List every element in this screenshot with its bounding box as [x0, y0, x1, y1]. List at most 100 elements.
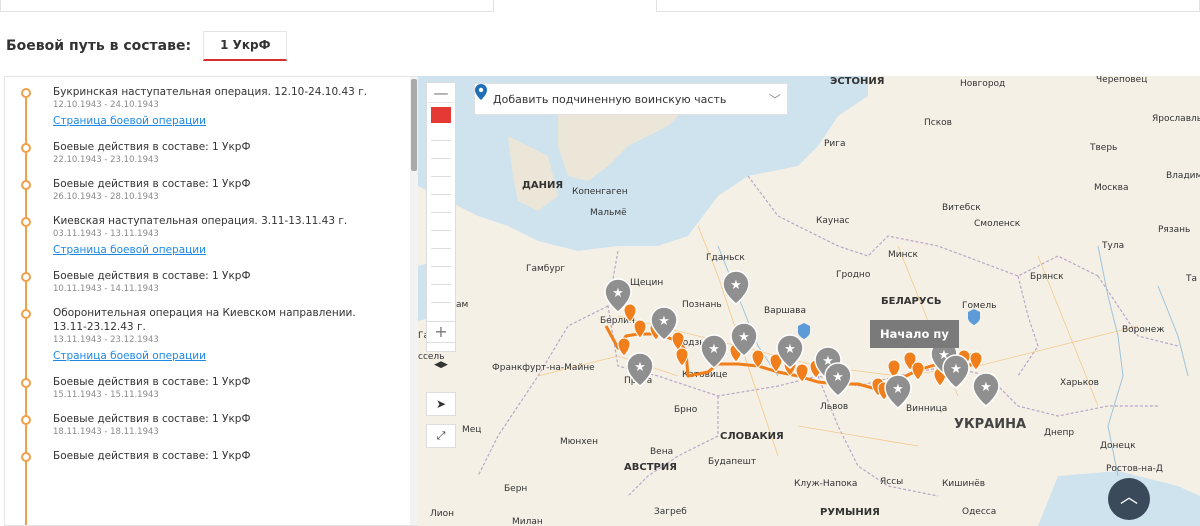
city-szczecin: Щецин	[630, 278, 663, 288]
zoom-level[interactable]	[431, 177, 451, 195]
locate-arrow-icon[interactable]: ➤	[426, 392, 456, 416]
city-budapest: Будапешт	[708, 457, 756, 467]
operation-name: Киевская наступательная операция. 3.11-1…	[53, 215, 348, 227]
operation-name: Боевые действия в составе: 1 УкрФ	[53, 141, 251, 153]
zoom-in-button[interactable]: +	[426, 321, 456, 343]
svg-text:★: ★	[658, 314, 670, 329]
svg-text:★: ★	[950, 362, 962, 377]
svg-text:★: ★	[708, 342, 720, 357]
pan-left-button[interactable]: ◀▶	[426, 356, 456, 376]
zoom-level[interactable]	[431, 285, 451, 303]
star-pin-icon[interactable]: ★	[824, 362, 852, 397]
operation-dates: 13.11.1943 - 23.12.1943	[53, 335, 159, 345]
label-denmark: ДАНИЯ	[522, 180, 563, 191]
zoom-level[interactable]	[431, 213, 451, 231]
timeline-dot	[21, 452, 31, 462]
operation-dates: 22.10.1943 - 23.10.1943	[53, 155, 159, 165]
city-gomel: Гомель	[962, 301, 996, 311]
list-scrollbar-thumb[interactable]	[411, 79, 417, 171]
zoom-level[interactable]	[431, 195, 451, 213]
zoom-level-indicator[interactable]	[431, 107, 451, 123]
star-pin-icon[interactable]: ★	[972, 372, 1000, 407]
zoom-level[interactable]	[431, 231, 451, 249]
operation-dates: 18.11.1943 - 18.11.1943	[53, 427, 159, 437]
city-malmo: Мальмё	[590, 208, 627, 218]
city-cluj: Клуж-Напока	[794, 479, 857, 489]
operation-page-link[interactable]: Страница боевой операции	[53, 349, 206, 363]
city-vienna: Вена	[650, 447, 673, 457]
map-view[interactable]: ЭСТОНИЯ ДАНИЯ БЕЛАРУСЬ СЛОВАКИЯ АВСТРИЯ …	[418, 76, 1200, 526]
top-tab-left[interactable]	[0, 0, 494, 12]
svg-text:★: ★	[980, 380, 992, 395]
svg-text:★: ★	[730, 278, 742, 293]
city-donetsk: Донецк	[1100, 441, 1136, 451]
city-munich: Мюнхен	[560, 437, 598, 447]
operation-name: Букринская наступательная операция. 12.1…	[53, 86, 368, 98]
operation-name: Боевые действия в составе: 1 УкрФ	[53, 178, 251, 190]
svg-text:★: ★	[784, 342, 796, 357]
operation-page-link[interactable]: Страница боевой операции	[53, 114, 206, 128]
timeline-dot	[21, 217, 31, 227]
svg-text:★: ★	[832, 370, 844, 385]
chevron-down-icon[interactable]: ﹀	[763, 91, 787, 108]
star-pin-icon[interactable]: ★	[942, 354, 970, 389]
operation-dates: 12.10.1943 - 24.10.1943	[53, 100, 159, 110]
timeline-dot	[21, 272, 31, 282]
zoom-level[interactable]	[431, 141, 451, 159]
zoom-level[interactable]	[431, 267, 451, 285]
shield-icon	[798, 323, 810, 339]
city-ryazan: Рязань	[1158, 225, 1190, 235]
route-pin-icon[interactable]	[911, 361, 925, 381]
combat-path-title: Боевой путь в составе:	[6, 38, 192, 54]
city-moscow: Москва	[1094, 183, 1128, 193]
top-tab-right[interactable]	[656, 0, 1200, 12]
city-tula: Тула	[1101, 241, 1124, 251]
route-pin-icon[interactable]	[617, 337, 631, 357]
list-item: Оборонительная операция на Киевском напр…	[5, 306, 405, 364]
city-smolensk: Смоленск	[974, 219, 1021, 229]
list-item: Киевская наступательная операция. 3.11-1…	[5, 214, 405, 258]
city-ta: Та	[1185, 274, 1197, 284]
scroll-to-top-button[interactable]: ︿	[1108, 478, 1150, 520]
city-am: ам	[456, 300, 468, 310]
city-bryansk: Брянск	[1030, 272, 1064, 282]
fullscreen-icon[interactable]: ⤢	[426, 424, 456, 448]
city-zagreb: Загреб	[654, 507, 687, 517]
city-riga: Рига	[824, 139, 846, 149]
operation-dates: 03.11.1943 - 13.11.1943	[53, 229, 159, 239]
city-voronezh: Воронеж	[1122, 325, 1164, 335]
shield-icon	[968, 309, 980, 325]
city-chisinau: Кишинёв	[942, 479, 985, 489]
list-item: Боевые действия в составе: 1 УкрФ 15.11.…	[5, 375, 405, 401]
operation-name: Оборонительная операция на Киевском напр…	[53, 307, 356, 333]
city-dnipro: Днепр	[1044, 428, 1074, 438]
map-canvas: ЭСТОНИЯ ДАНИЯ БЕЛАРУСЬ СЛОВАКИЯ АВСТРИЯ …	[418, 76, 1200, 526]
route-start-tooltip: Начало пу	[870, 320, 959, 348]
add-subordinate-unit-select[interactable]: Добавить подчиненную воинскую часть ﹀	[474, 83, 788, 115]
label-belarus: БЕЛАРУСЬ	[881, 296, 942, 307]
zoom-slider[interactable]: —	[426, 82, 456, 352]
zoom-level[interactable]	[431, 159, 451, 177]
zoom-level[interactable]	[431, 123, 451, 141]
zoom-level[interactable]	[431, 249, 451, 267]
operation-dates: 26.10.1943 - 28.10.1943	[53, 192, 159, 202]
top-tabs-strip	[0, 0, 1200, 14]
list-item: Боевые действия в составе: 1 УкрФ 26.10.…	[5, 177, 405, 203]
star-pin-icon[interactable]: ★	[722, 270, 750, 305]
combat-path-header: Боевой путь в составе: 1 УкрФ	[6, 31, 288, 61]
list-scrollbar[interactable]	[410, 77, 418, 525]
route-pin-icon[interactable]	[969, 351, 983, 371]
city-frankfurt: Франкфурт-на-Майне	[492, 363, 595, 373]
city-rostov: Ростов-на-Д	[1106, 464, 1163, 474]
label-slovakia: СЛОВАКИЯ	[720, 431, 784, 442]
city-novgorod: Новгород	[960, 79, 1005, 89]
list-item: Боевые действия в составе: 1 УкрФ 18.11.…	[5, 412, 405, 438]
operation-page-link[interactable]: Страница боевой операции	[53, 243, 206, 257]
list-item: Букринская наступательная операция. 12.1…	[5, 85, 405, 129]
front-tab-1ukrf[interactable]: 1 УкрФ	[203, 31, 288, 61]
city-kharkiv: Харьков	[1060, 378, 1099, 388]
city-milan: Милан	[512, 517, 543, 526]
city-metz: Мец	[462, 425, 481, 435]
zoom-out-button[interactable]: —	[427, 83, 455, 103]
city-poznan: Познань	[682, 300, 722, 310]
